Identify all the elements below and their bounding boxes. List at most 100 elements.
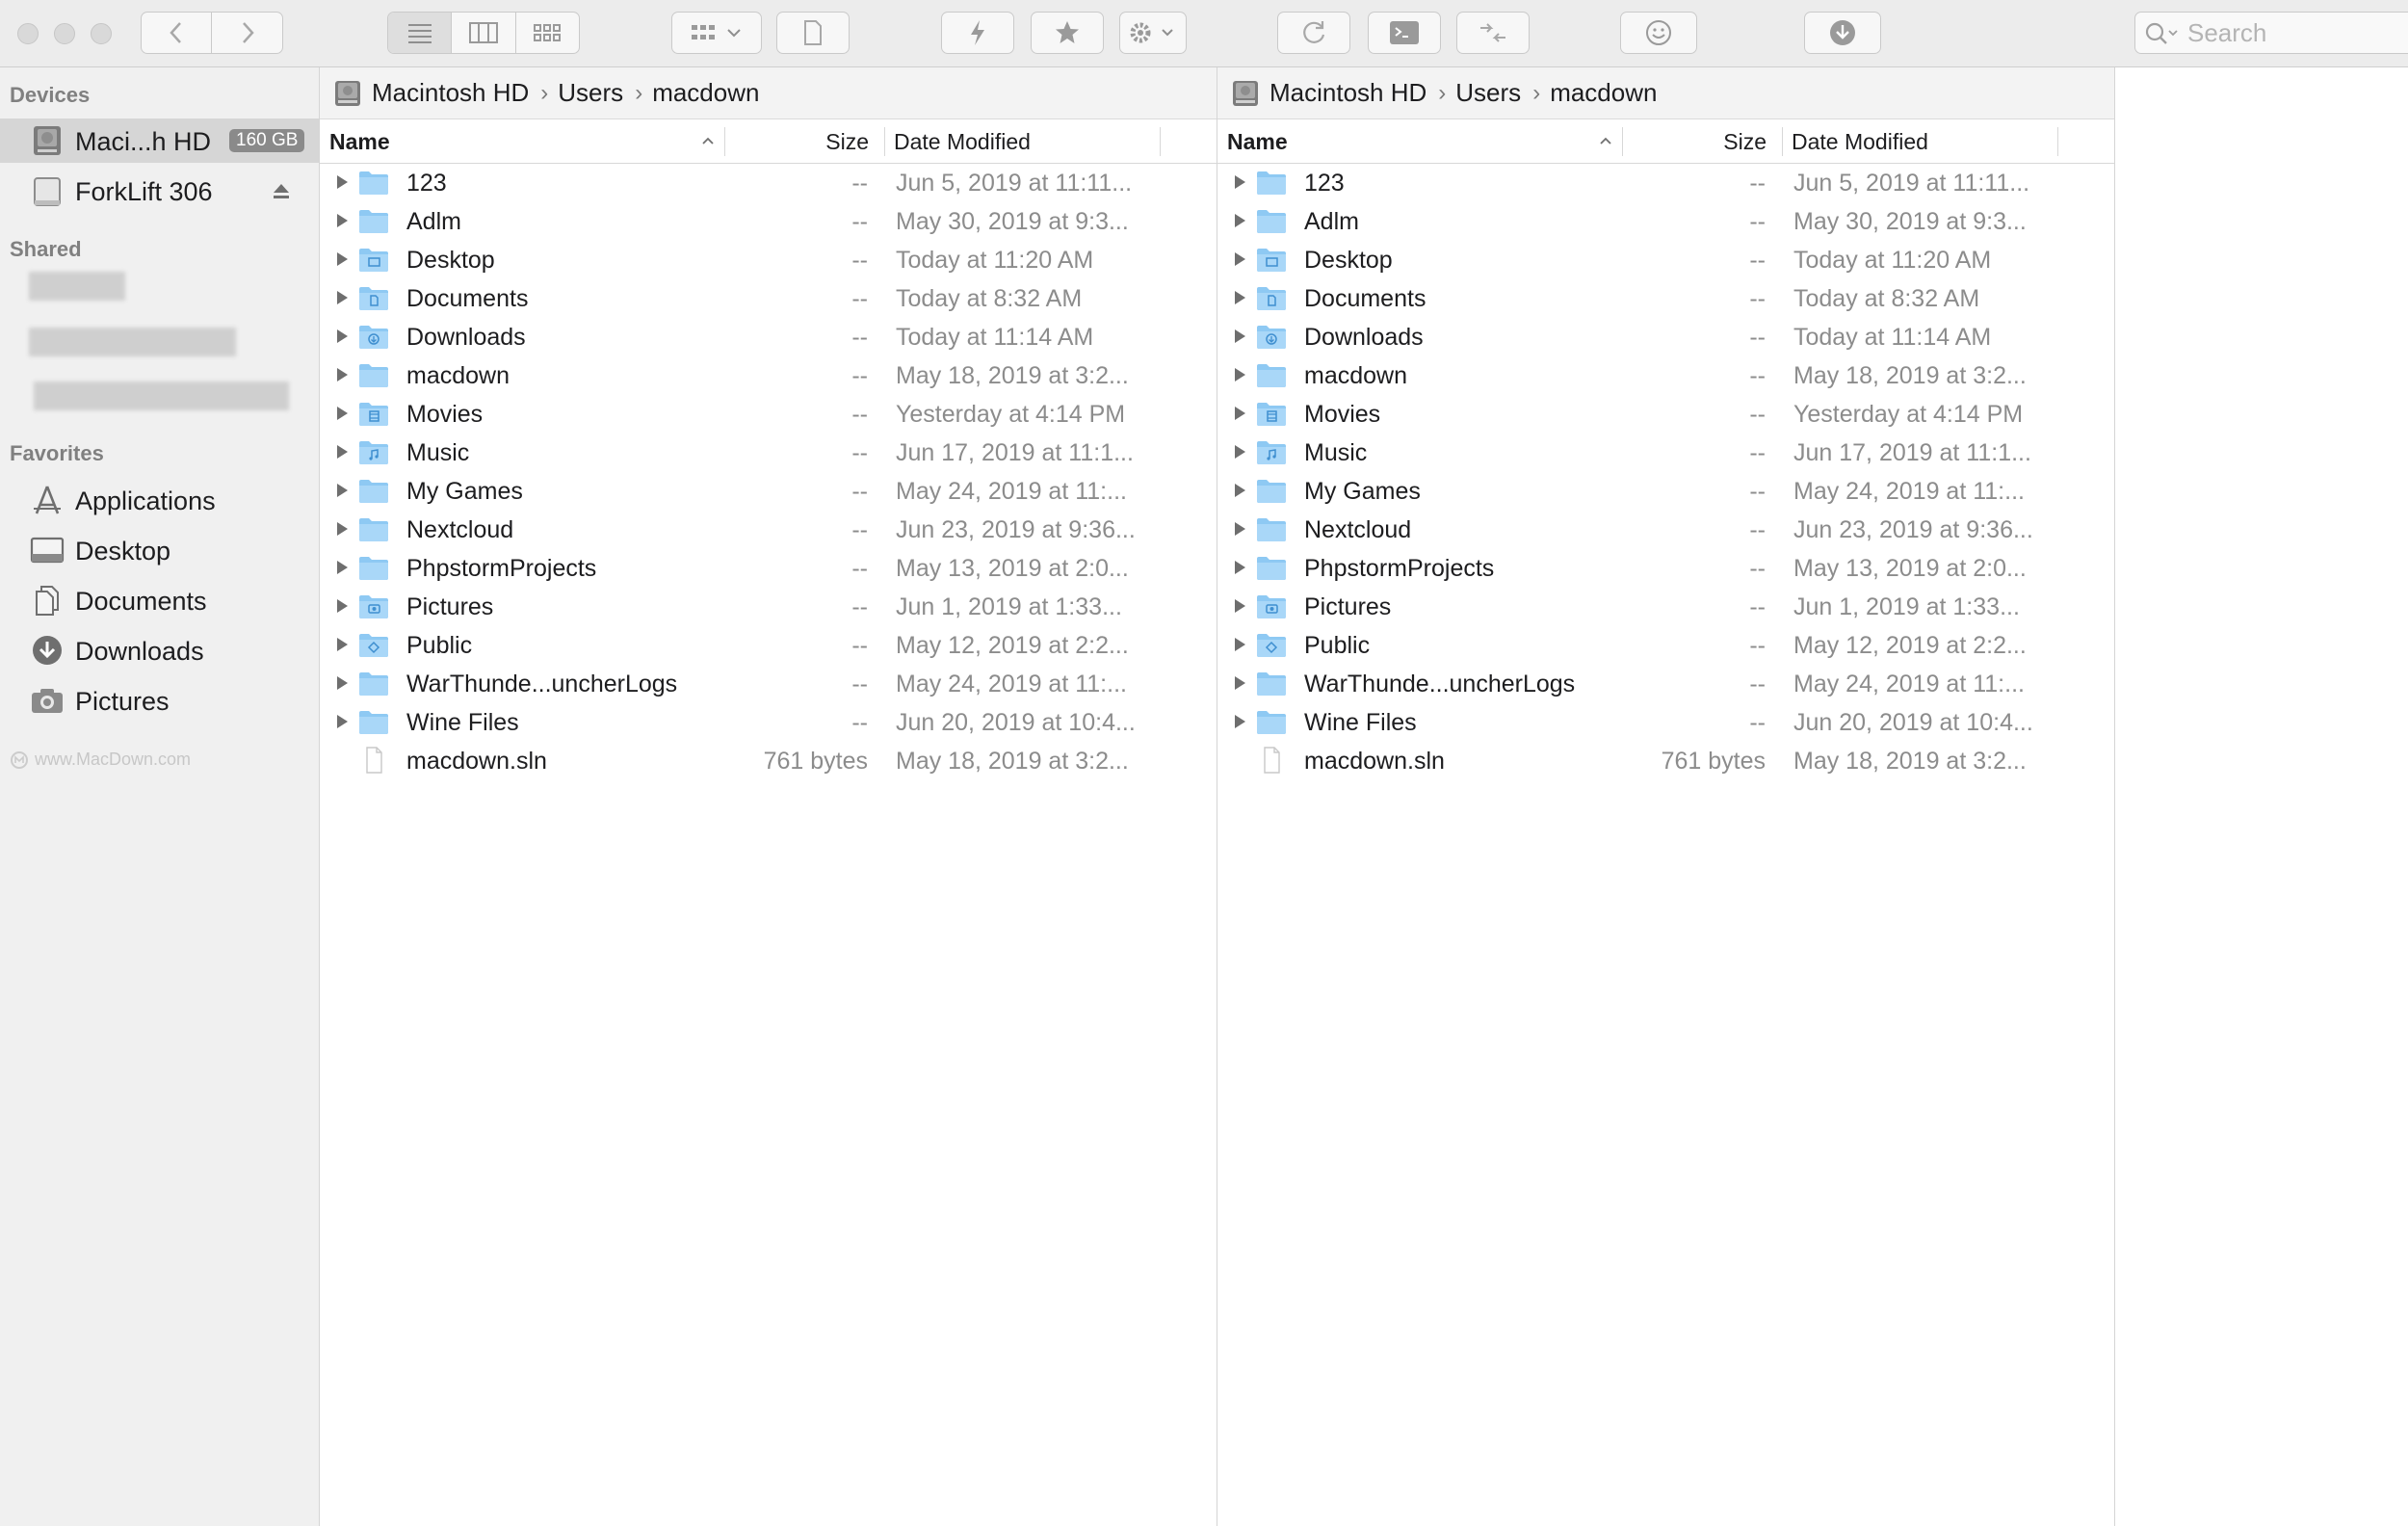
sidebar-item-forklift[interactable]: ForkLift 306	[0, 169, 319, 213]
disclosure-triangle-icon[interactable]	[335, 213, 349, 228]
list-view-button[interactable]	[388, 13, 453, 53]
file-row[interactable]: macdown.sln 761 bytes May 18, 2019 at 3:2.…	[1217, 742, 2114, 780]
breadcrumb-item[interactable]: Users	[1455, 78, 1521, 108]
file-row[interactable]: Desktop -- Today at 11:20 AM	[320, 241, 1217, 279]
zoom-window-button[interactable]	[91, 23, 112, 44]
disclosure-triangle-icon[interactable]	[335, 521, 349, 537]
file-row[interactable]: Desktop -- Today at 11:20 AM	[1217, 241, 2114, 279]
compare-button[interactable]	[1456, 12, 1530, 54]
breadcrumb-item[interactable]: Users	[558, 78, 623, 108]
file-row[interactable]: Pictures -- Jun 1, 2019 at 1:33...	[320, 588, 1217, 626]
disclosure-triangle-icon[interactable]	[1233, 675, 1246, 691]
disclosure-triangle-icon[interactable]	[1233, 367, 1246, 382]
icon-view-button[interactable]	[516, 13, 579, 53]
file-row[interactable]: My Games -- May 24, 2019 at 11:...	[320, 472, 1217, 511]
disclosure-triangle-icon[interactable]	[335, 444, 349, 460]
disclosure-triangle-icon[interactable]	[1233, 714, 1246, 729]
file-row[interactable]: Wine Files -- Jun 20, 2019 at 10:4...	[1217, 703, 2114, 742]
disclosure-triangle-icon[interactable]	[1233, 598, 1246, 614]
disclosure-triangle-icon[interactable]	[335, 251, 349, 267]
disclosure-triangle-icon[interactable]	[1233, 251, 1246, 267]
disclosure-triangle-icon[interactable]	[335, 406, 349, 421]
eject-icon[interactable]	[271, 180, 292, 201]
favorites-button[interactable]	[1031, 12, 1104, 54]
file-row[interactable]: Documents -- Today at 8:32 AM	[320, 279, 1217, 318]
download-button[interactable]	[1804, 12, 1881, 54]
disclosure-triangle-icon[interactable]	[1233, 213, 1246, 228]
breadcrumb-item[interactable]: Macintosh HD	[372, 78, 529, 108]
breadcrumb-item[interactable]: macdown	[1550, 78, 1657, 108]
file-row[interactable]: Downloads -- Today at 11:14 AM	[320, 318, 1217, 356]
disclosure-triangle-icon[interactable]	[1233, 406, 1246, 421]
disclosure-triangle-icon[interactable]	[335, 367, 349, 382]
action-menu-button[interactable]	[1119, 12, 1187, 54]
file-row[interactable]: Public -- May 12, 2019 at 2:2...	[320, 626, 1217, 665]
file-row[interactable]: macdown -- May 18, 2019 at 3:2...	[320, 356, 1217, 395]
file-row[interactable]: macdown -- May 18, 2019 at 3:2...	[1217, 356, 2114, 395]
file-row[interactable]: Documents -- Today at 8:32 AM	[1217, 279, 2114, 318]
back-button[interactable]	[142, 13, 212, 53]
breadcrumb-item[interactable]: Macintosh HD	[1269, 78, 1426, 108]
column-header-date-modified[interactable]: Date Modified	[894, 119, 1164, 164]
disclosure-triangle-icon[interactable]	[335, 290, 349, 305]
disclosure-triangle-icon[interactable]	[1233, 560, 1246, 575]
disclosure-triangle-icon[interactable]	[335, 560, 349, 575]
file-row[interactable]: Public -- May 12, 2019 at 2:2...	[1217, 626, 2114, 665]
file-row[interactable]: Downloads -- Today at 11:14 AM	[1217, 318, 2114, 356]
sidebar-item-pictures[interactable]: Pictures	[0, 678, 319, 723]
file-row[interactable]: 123 -- Jun 5, 2019 at 11:11...	[320, 164, 1217, 202]
sidebar-item-desktop[interactable]: Desktop	[0, 528, 319, 572]
disclosure-triangle-icon[interactable]	[335, 675, 349, 691]
file-row[interactable]: WarThunde...uncherLogs -- May 24, 2019 at …	[1217, 665, 2114, 703]
disclosure-triangle-icon[interactable]	[335, 637, 349, 652]
file-row[interactable]: Movies -- Yesterday at 4:14 PM	[320, 395, 1217, 434]
new-file-button[interactable]	[776, 12, 850, 54]
disclosure-triangle-icon[interactable]	[1233, 174, 1246, 190]
sidebar-item-downloads[interactable]: Downloads	[0, 628, 319, 672]
disclosure-triangle-icon[interactable]	[1233, 637, 1246, 652]
file-row[interactable]: PhpstormProjects -- May 13, 2019 at 2:0...	[1217, 549, 2114, 588]
column-header-name[interactable]: Name	[1227, 119, 1612, 164]
sidebar-item-documents[interactable]: Documents	[0, 578, 319, 622]
sidebar-item-macintosh-hd[interactable]: Maci...h HD 160 GB	[0, 118, 319, 163]
sidebar-item-applications[interactable]: Applications	[0, 478, 319, 522]
disclosure-triangle-icon[interactable]	[335, 714, 349, 729]
disclosure-triangle-icon[interactable]	[1233, 521, 1246, 537]
file-row[interactable]: Adlm -- May 30, 2019 at 9:3...	[320, 202, 1217, 241]
quick-action-button[interactable]	[941, 12, 1014, 54]
search-field[interactable]	[2134, 12, 2408, 54]
file-row[interactable]: My Games -- May 24, 2019 at 11:...	[1217, 472, 2114, 511]
sync-button[interactable]	[1277, 12, 1350, 54]
disclosure-triangle-icon[interactable]	[335, 598, 349, 614]
terminal-button[interactable]	[1368, 12, 1441, 54]
disclosure-triangle-icon[interactable]	[335, 483, 349, 498]
minimize-window-button[interactable]	[54, 23, 75, 44]
disclosure-triangle-icon[interactable]	[1233, 290, 1246, 305]
search-input[interactable]	[2187, 18, 2408, 47]
file-row[interactable]: PhpstormProjects -- May 13, 2019 at 2:0...	[320, 549, 1217, 588]
disclosure-triangle-icon[interactable]	[335, 329, 349, 344]
file-row[interactable]: Adlm -- May 30, 2019 at 9:3...	[1217, 202, 2114, 241]
disclosure-triangle-icon[interactable]	[1233, 329, 1246, 344]
file-row[interactable]: Music -- Jun 17, 2019 at 11:1...	[1217, 434, 2114, 472]
file-row[interactable]: Nextcloud -- Jun 23, 2019 at 9:36...	[320, 511, 1217, 549]
disclosure-triangle-icon[interactable]	[1233, 444, 1246, 460]
file-row[interactable]: macdown.sln 761 bytes May 18, 2019 at 3:2.…	[320, 742, 1217, 780]
column-header-date-modified[interactable]: Date Modified	[1792, 119, 2061, 164]
column-header-size[interactable]: Size	[724, 119, 869, 164]
disclosure-triangle-icon[interactable]	[1233, 483, 1246, 498]
column-header-name[interactable]: Name	[329, 119, 715, 164]
file-row[interactable]: Wine Files -- Jun 20, 2019 at 10:4...	[320, 703, 1217, 742]
close-window-button[interactable]	[17, 23, 39, 44]
file-row[interactable]: Nextcloud -- Jun 23, 2019 at 9:36...	[1217, 511, 2114, 549]
file-row[interactable]: WarThunde...uncherLogs -- May 24, 2019 at …	[320, 665, 1217, 703]
file-row[interactable]: Pictures -- Jun 1, 2019 at 1:33...	[1217, 588, 2114, 626]
breadcrumb-item[interactable]: macdown	[652, 78, 759, 108]
disclosure-triangle-icon[interactable]	[335, 174, 349, 190]
emoji-button[interactable]	[1620, 12, 1697, 54]
file-row[interactable]: Music -- Jun 17, 2019 at 11:1...	[320, 434, 1217, 472]
column-view-button[interactable]	[452, 13, 516, 53]
file-row[interactable]: Movies -- Yesterday at 4:14 PM	[1217, 395, 2114, 434]
arrange-menu-button[interactable]	[671, 12, 762, 54]
column-header-size[interactable]: Size	[1622, 119, 1767, 164]
